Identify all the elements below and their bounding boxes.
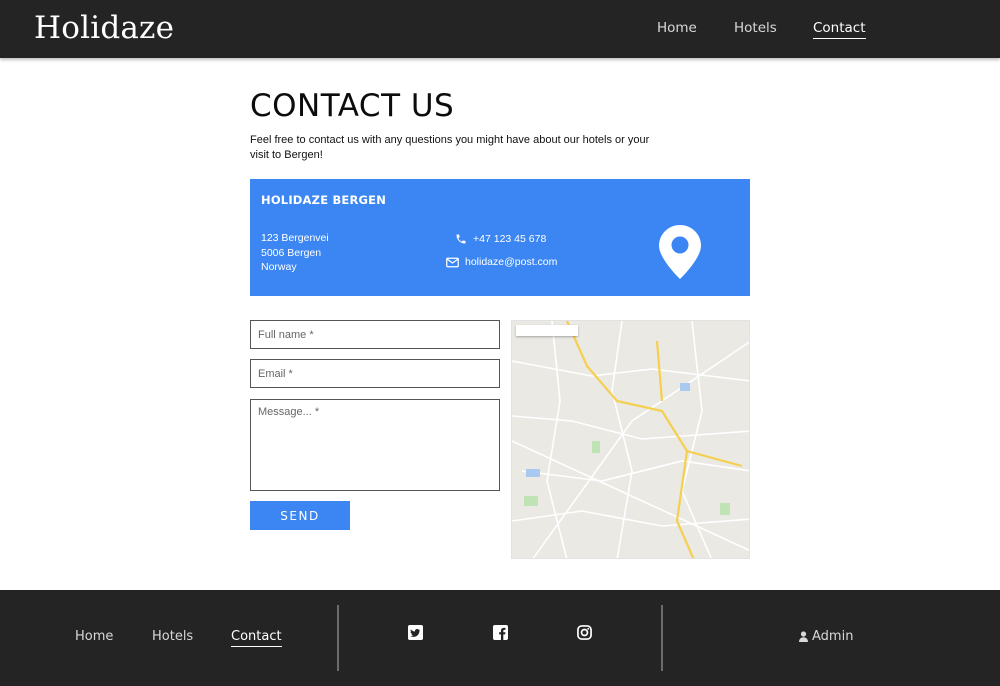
full-name-input[interactable] xyxy=(250,320,500,349)
instagram-icon[interactable] xyxy=(577,625,592,640)
address-line: 5006 Bergen xyxy=(261,246,322,259)
footer-nav-hotels[interactable]: Hotels xyxy=(152,629,193,644)
footer-divider xyxy=(337,605,339,671)
phone-row: +47 123 45 678 xyxy=(455,233,546,245)
email-address[interactable]: holidaze@post.com xyxy=(465,256,557,268)
card-title: HOLIDAZE BERGEN xyxy=(261,193,387,207)
site-header: Holidaze Home Hotels Contact xyxy=(0,0,1000,58)
footer-nav-home[interactable]: Home xyxy=(75,629,113,644)
site-logo[interactable]: Holidaze xyxy=(34,10,174,46)
user-icon xyxy=(799,631,808,642)
phone-number[interactable]: +47 123 45 678 xyxy=(473,233,546,245)
email-row: holidaze@post.com xyxy=(446,256,557,268)
admin-label: Admin xyxy=(812,629,854,644)
nav-contact[interactable]: Contact xyxy=(813,20,866,39)
envelope-icon xyxy=(446,257,459,267)
twitter-icon[interactable] xyxy=(408,625,423,640)
send-button[interactable]: SEND xyxy=(250,501,350,530)
address-block: 123 Bergenvei 5006 Bergen Norway xyxy=(261,231,329,275)
map-roads xyxy=(512,321,749,558)
map-pin-icon xyxy=(659,225,701,279)
intro-text: Feel free to contact us with any questio… xyxy=(250,134,650,161)
nav-hotels[interactable]: Hotels xyxy=(734,20,777,36)
message-textarea[interactable] xyxy=(250,399,500,491)
map-search-box[interactable] xyxy=(516,325,578,336)
contact-info-card: HOLIDAZE BERGEN 123 Bergenvei 5006 Berge… xyxy=(250,179,750,296)
address-line: 123 Bergenvei xyxy=(261,232,329,244)
site-footer: Home Hotels Contact Admin xyxy=(0,590,1000,686)
phone-icon xyxy=(456,234,466,244)
footer-nav-contact[interactable]: Contact xyxy=(231,629,282,647)
embedded-map[interactable] xyxy=(511,320,750,559)
admin-link[interactable]: Admin xyxy=(799,629,853,644)
facebook-icon[interactable] xyxy=(493,625,508,640)
page-title: CONTACT US xyxy=(250,88,455,124)
address-line: Norway xyxy=(261,261,297,273)
email-input[interactable] xyxy=(250,359,500,388)
footer-divider xyxy=(661,605,663,671)
nav-home[interactable]: Home xyxy=(657,20,697,36)
